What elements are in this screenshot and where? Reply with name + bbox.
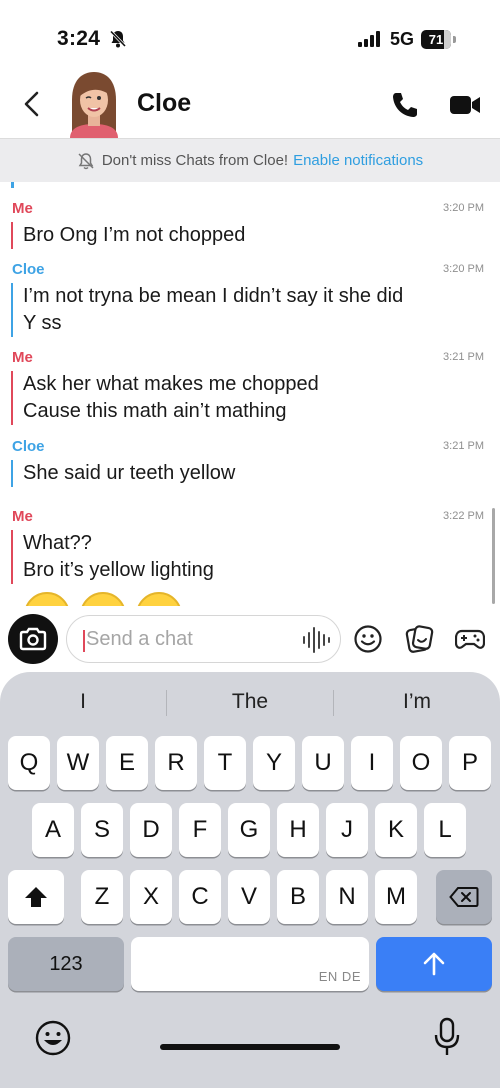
- chat-header: Cloe: [0, 70, 500, 138]
- keyboard-language-label: EN DE: [318, 969, 361, 984]
- key-r[interactable]: R: [155, 736, 197, 790]
- notification-banner: Don't miss Chats from Cloe! Enable notif…: [0, 138, 500, 182]
- emoji-icon: [136, 592, 182, 606]
- key-t[interactable]: T: [204, 736, 246, 790]
- camera-button[interactable]: [8, 614, 58, 664]
- bell-off-icon: [110, 30, 126, 48]
- key-w[interactable]: W: [57, 736, 99, 790]
- phone-icon[interactable]: [390, 90, 420, 120]
- key-s[interactable]: S: [81, 803, 123, 857]
- key-l[interactable]: L: [424, 803, 466, 857]
- text-caret: [83, 630, 85, 652]
- key-i[interactable]: I: [351, 736, 393, 790]
- bell-off-icon: [78, 152, 94, 169]
- message-sender: Cloe: [12, 438, 45, 455]
- message-text: What?? Bro it’s yellow lighting: [11, 530, 214, 584]
- message-sender: Me: [12, 508, 33, 525]
- emoji-reactions: [24, 592, 182, 606]
- shift-key[interactable]: [8, 870, 64, 924]
- video-camera-icon[interactable]: [449, 92, 481, 118]
- enable-notifications-link[interactable]: Enable notifications: [293, 152, 423, 169]
- key-m[interactable]: M: [375, 870, 417, 924]
- network-type: 5G: [390, 29, 415, 49]
- numbers-key[interactable]: 123: [8, 937, 124, 991]
- emoji-icon[interactable]: [353, 624, 383, 654]
- message-time: 3:22 PM: [443, 510, 484, 522]
- camera-icon: [19, 627, 47, 651]
- key-h[interactable]: H: [277, 803, 319, 857]
- message-time: 3:20 PM: [443, 202, 484, 214]
- status-bar: 3:24 5G 71: [0, 0, 500, 70]
- contact-name[interactable]: Cloe: [137, 89, 191, 118]
- key-d[interactable]: D: [130, 803, 172, 857]
- space-key[interactable]: EN DE: [131, 937, 369, 991]
- key-x[interactable]: X: [130, 870, 172, 924]
- voice-note-icon[interactable]: [301, 626, 331, 654]
- chat-messages[interactable]: Me 3:20 PM Bro Ong I’m not chopped Cloe …: [0, 182, 500, 606]
- scrollbar[interactable]: [492, 508, 495, 604]
- key-g[interactable]: G: [228, 803, 270, 857]
- key-k[interactable]: K: [375, 803, 417, 857]
- send-key[interactable]: [376, 937, 492, 991]
- key-o[interactable]: O: [400, 736, 442, 790]
- key-z[interactable]: Z: [81, 870, 123, 924]
- key-y[interactable]: Y: [253, 736, 295, 790]
- key-q[interactable]: Q: [8, 736, 50, 790]
- predictive-suggestions: I The I’m: [0, 686, 500, 718]
- message-time: 3:21 PM: [443, 440, 484, 452]
- avatar[interactable]: [66, 70, 122, 138]
- key-b[interactable]: B: [277, 870, 319, 924]
- emoji-icon: [80, 592, 126, 606]
- keyboard: I The I’m Q W E R T Y U I O P A S D F G …: [0, 672, 500, 1088]
- arrow-up-icon: [423, 952, 445, 976]
- message-sender: Me: [12, 200, 33, 217]
- message-text: I’m not tryna be mean I didn’t say it sh…: [11, 283, 403, 337]
- backspace-key[interactable]: [436, 870, 492, 924]
- key-j[interactable]: J: [326, 803, 368, 857]
- message-text: She said ur teeth yellow: [11, 460, 235, 487]
- backspace-icon: [449, 887, 479, 907]
- chat-input-placeholder: Send a chat: [86, 628, 193, 650]
- suggestion-item[interactable]: I: [0, 686, 166, 718]
- message-sender: Me: [12, 349, 33, 366]
- key-c[interactable]: C: [179, 870, 221, 924]
- battery-icon: 71: [421, 30, 456, 49]
- battery-level: 71: [428, 32, 444, 47]
- previous-message-edge: [11, 182, 14, 188]
- key-p[interactable]: P: [449, 736, 491, 790]
- back-chevron-icon[interactable]: [18, 88, 48, 120]
- sticker-icon[interactable]: [404, 624, 434, 654]
- message-sender: Cloe: [12, 261, 45, 278]
- key-v[interactable]: V: [228, 870, 270, 924]
- message-text: Bro Ong I’m not chopped: [11, 222, 245, 249]
- signal-icon: [358, 31, 380, 47]
- key-f[interactable]: F: [179, 803, 221, 857]
- emoji-keyboard-icon[interactable]: [34, 1019, 72, 1057]
- key-n[interactable]: N: [326, 870, 368, 924]
- status-time: 3:24: [57, 27, 101, 50]
- chat-composer: Send a chat: [0, 606, 500, 672]
- key-e[interactable]: E: [106, 736, 148, 790]
- suggestion-item[interactable]: The: [167, 686, 333, 718]
- key-a[interactable]: A: [32, 803, 74, 857]
- emoji-icon: [24, 592, 70, 606]
- key-u[interactable]: U: [302, 736, 344, 790]
- message-time: 3:20 PM: [443, 263, 484, 275]
- message-time: 3:21 PM: [443, 351, 484, 363]
- game-controller-icon[interactable]: [455, 625, 485, 653]
- message-text: Ask her what makes me chopped Cause this…: [11, 371, 319, 425]
- banner-text: Don't miss Chats from Cloe!: [101, 152, 289, 169]
- suggestion-item[interactable]: I’m: [334, 686, 500, 718]
- shift-arrow-icon: [25, 887, 47, 907]
- chat-input[interactable]: Send a chat: [66, 615, 341, 663]
- microphone-icon[interactable]: [432, 1017, 462, 1057]
- home-indicator[interactable]: [160, 1044, 340, 1050]
